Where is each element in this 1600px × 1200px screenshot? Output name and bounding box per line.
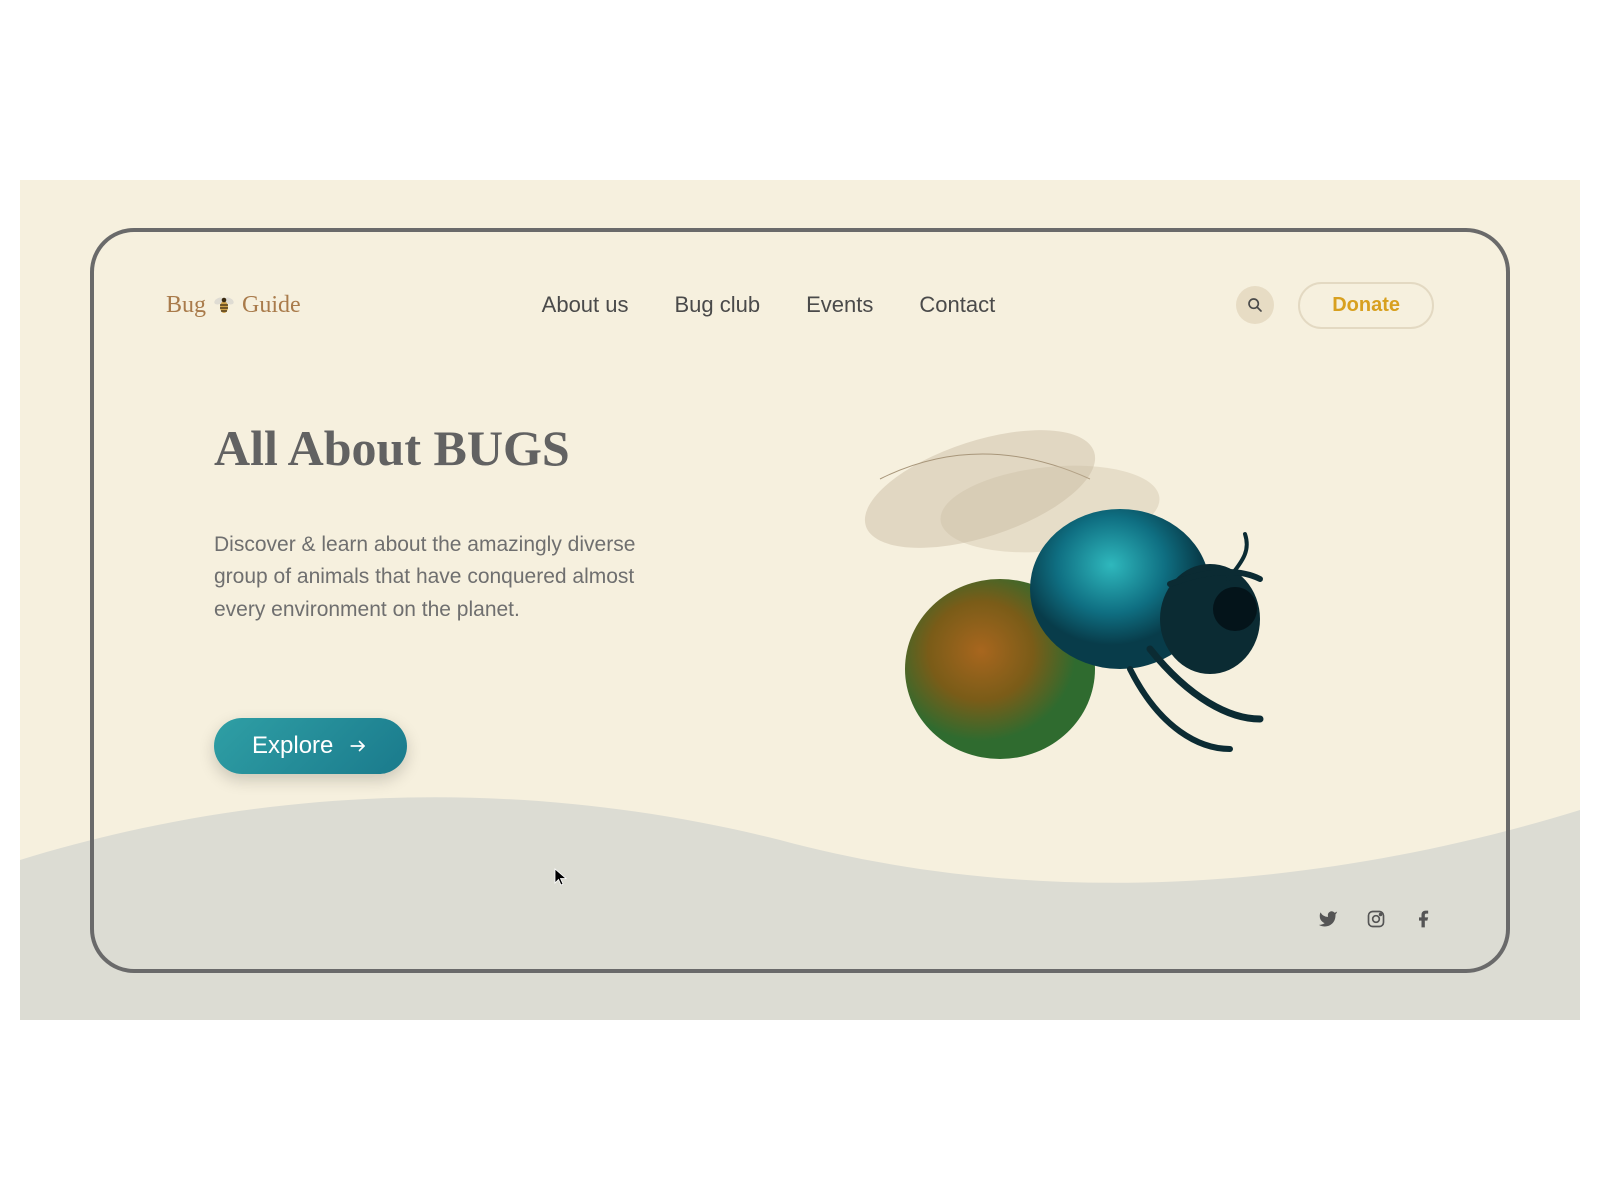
explore-label: Explore: [252, 732, 333, 760]
hero-title: All About BUGS: [214, 419, 686, 477]
explore-button[interactable]: Explore: [214, 718, 407, 774]
brand-part1: Bug: [166, 292, 206, 319]
nav-right: Donate: [1236, 282, 1434, 329]
hero-section: All About BUGS Discover & learn about th…: [166, 419, 1434, 779]
hero-text: All About BUGS Discover & learn about th…: [166, 419, 686, 779]
navbar: Bug Guide About us Bug club Events Conta: [166, 282, 1434, 329]
twitter-icon[interactable]: [1318, 909, 1338, 929]
hero-description: Discover & learn about the amazingly div…: [214, 529, 686, 627]
nav-about-us[interactable]: About us: [542, 292, 629, 318]
nav-contact[interactable]: Contact: [919, 292, 995, 318]
hero-image: [726, 419, 1434, 779]
arrow-right-icon: [347, 737, 369, 755]
search-button[interactable]: [1236, 286, 1274, 324]
nav-events[interactable]: Events: [806, 292, 873, 318]
nav-bug-club[interactable]: Bug club: [675, 292, 761, 318]
facebook-icon[interactable]: [1414, 909, 1434, 929]
bug-illustration: [850, 419, 1310, 779]
search-icon: [1247, 297, 1263, 313]
main-frame: Bug Guide About us Bug club Events Conta: [90, 228, 1510, 973]
nav-links: About us Bug club Events Contact: [542, 292, 996, 318]
mouse-cursor-icon: [554, 868, 568, 886]
page-canvas: Bug Guide About us Bug club Events Conta: [20, 180, 1580, 1020]
brand-part2: Guide: [242, 292, 301, 319]
donate-button[interactable]: Donate: [1298, 282, 1434, 329]
brand-logo[interactable]: Bug Guide: [166, 292, 301, 319]
bee-icon: [212, 293, 236, 317]
instagram-icon[interactable]: [1366, 909, 1386, 929]
social-bar: [1318, 909, 1434, 929]
